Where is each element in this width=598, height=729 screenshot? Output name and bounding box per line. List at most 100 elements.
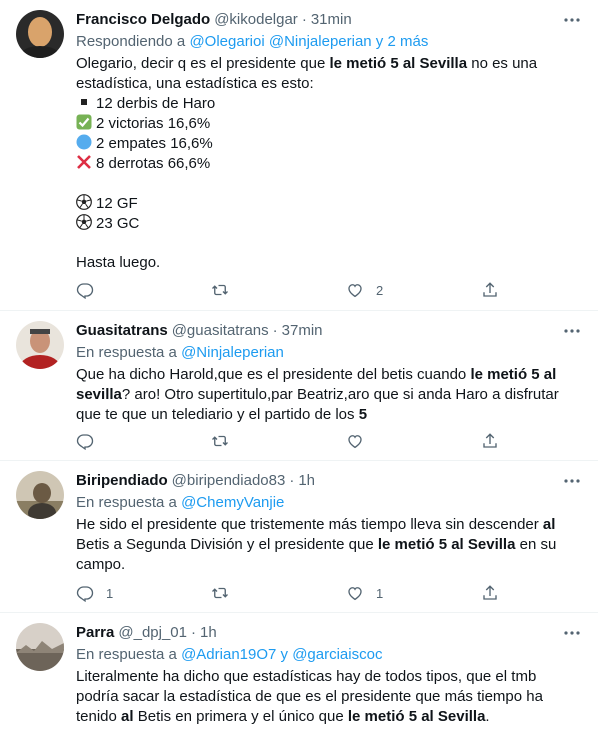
goal-text: 23 GC bbox=[96, 214, 140, 232]
author-name[interactable]: Parra bbox=[76, 623, 114, 643]
tweet-actions bbox=[76, 425, 499, 457]
more-options-icon[interactable] bbox=[562, 623, 582, 643]
retweet-button[interactable] bbox=[211, 281, 346, 299]
retweet-icon bbox=[212, 284, 228, 296]
tweet[interactable]: Biripendiado @biripendiado83 · 1h En res… bbox=[0, 461, 598, 613]
heart-icon bbox=[348, 284, 362, 298]
avatar[interactable] bbox=[16, 321, 64, 369]
tweet-text: Que ha dicho Harold,que es el presidente… bbox=[76, 365, 582, 425]
reply-context-label: En respuesta a bbox=[76, 494, 177, 511]
avatar[interactable] bbox=[16, 10, 64, 58]
stat-line: 8 derrotas 66,6% bbox=[76, 154, 582, 174]
reply-context: En respuesta a @ChemyVanjie bbox=[76, 493, 582, 513]
tweet[interactable]: Francisco Delgado @kikodelgar · 31min Re… bbox=[0, 0, 598, 311]
timestamp[interactable]: 31min bbox=[311, 10, 352, 30]
share-icon bbox=[483, 585, 497, 600]
reply-mentions-link[interactable]: @Olegarioi @Ninjaleperian y 2 más bbox=[189, 33, 428, 50]
author-name[interactable]: Francisco Delgado bbox=[76, 10, 210, 30]
tweet-text-intro: Olegario, decir q es el presidente que bbox=[76, 55, 330, 72]
like-button[interactable] bbox=[346, 432, 481, 450]
reply-mentions-link[interactable]: @Ninjaleperian bbox=[181, 344, 284, 361]
reply-button[interactable]: 1 bbox=[76, 584, 211, 602]
like-button[interactable]: 1 bbox=[346, 584, 481, 602]
tweet-text-part: Betis a Segunda División y el presidente… bbox=[76, 536, 378, 553]
square-bullet-icon bbox=[81, 99, 87, 105]
reply-context: En respuesta a @Ninjaleperian bbox=[76, 343, 582, 363]
goal-text: 12 GF bbox=[96, 194, 138, 212]
tweet-text-highlight: al bbox=[542, 516, 556, 533]
share-button[interactable] bbox=[481, 584, 499, 602]
tweet-text: Olegario, decir q es el presidente que l… bbox=[76, 54, 582, 273]
like-count: 1 bbox=[376, 585, 384, 601]
author-name[interactable]: Biripendiado bbox=[76, 471, 168, 491]
reply-button[interactable] bbox=[76, 281, 211, 299]
tweet-actions: 2 bbox=[76, 274, 499, 306]
soccer-ball-icon bbox=[76, 213, 92, 230]
timestamp[interactable]: 1h bbox=[200, 623, 217, 643]
reply-mentions-link[interactable]: @Adrian19O7 y @garciaiscoc bbox=[181, 646, 382, 663]
more-options-icon[interactable] bbox=[562, 471, 582, 491]
stat-line: 2 victorias 16,6% bbox=[76, 114, 582, 134]
reply-context-label: En respuesta a bbox=[76, 646, 177, 663]
reply-mentions-link[interactable]: @ChemyVanjie bbox=[181, 494, 284, 511]
author-handle[interactable]: @biripendiado83 bbox=[172, 471, 286, 491]
retweet-button[interactable] bbox=[211, 584, 346, 602]
retweet-button[interactable] bbox=[211, 432, 346, 450]
timestamp[interactable]: 1h bbox=[298, 471, 315, 491]
cross-mark-icon bbox=[77, 155, 91, 169]
tweet-text-highlight: al bbox=[121, 708, 134, 725]
reply-context-label: En respuesta a bbox=[76, 344, 177, 361]
reply-button[interactable] bbox=[76, 432, 211, 450]
reply-context: Respondiendo a @Olegarioi @Ninjaleperian… bbox=[76, 32, 582, 52]
stat-line: 2 empates 16,6% bbox=[76, 134, 582, 154]
tweet[interactable]: Parra @_dpj_01 · 1h En respuesta a @Adri… bbox=[0, 613, 598, 729]
stat-text: 2 victorias 16,6% bbox=[96, 115, 211, 132]
reply-count: 1 bbox=[106, 585, 114, 601]
more-options-icon[interactable] bbox=[562, 10, 582, 30]
tweet-text-part: ? aro! Otro supertitulo,par Beatriz,aro … bbox=[76, 386, 559, 423]
tweet-text-part: . bbox=[485, 708, 490, 725]
like-count: 2 bbox=[376, 282, 384, 298]
tweet-text-highlight: 5 bbox=[358, 406, 368, 423]
separator-dot: · bbox=[191, 624, 196, 641]
author-name[interactable]: Guasitatrans bbox=[76, 321, 168, 341]
reply-icon bbox=[76, 586, 94, 602]
retweet-icon bbox=[212, 435, 228, 447]
stat-line: 12 derbis de Haro bbox=[76, 94, 582, 114]
more-options-icon[interactable] bbox=[562, 321, 582, 341]
tweet-text-highlight: le metió 5 al Sevilla bbox=[329, 55, 468, 72]
author-handle[interactable]: @_dpj_01 bbox=[118, 623, 187, 643]
separator-dot: · bbox=[301, 11, 307, 28]
reply-context: En respuesta a @Adrian19O7 y @garciaisco… bbox=[76, 645, 582, 665]
sign-off-text: Hasta luego. bbox=[76, 254, 161, 271]
tweet-text: He sido el presidente que tristemente má… bbox=[76, 515, 582, 575]
stat-text: 2 empates 16,6% bbox=[96, 135, 213, 152]
author-handle[interactable]: @guasitatrans bbox=[172, 321, 269, 341]
retweet-icon bbox=[212, 587, 228, 599]
heart-icon bbox=[348, 435, 362, 449]
like-button[interactable]: 2 bbox=[346, 281, 481, 299]
avatar[interactable] bbox=[16, 471, 64, 519]
share-icon bbox=[483, 282, 497, 297]
tweet[interactable]: Guasitatrans @guasitatrans · 37min En re… bbox=[0, 311, 598, 461]
timestamp[interactable]: 37min bbox=[282, 321, 323, 341]
stat-text: 8 derrotas 66,6% bbox=[96, 155, 211, 172]
share-button[interactable] bbox=[481, 432, 499, 450]
author-handle[interactable]: @kikodelgar bbox=[214, 10, 298, 30]
avatar[interactable] bbox=[16, 623, 64, 671]
tweet-text-part: Que ha dicho Harold,que es el presidente… bbox=[76, 366, 471, 383]
goal-line: 12 GF bbox=[76, 193, 582, 214]
tweet-actions: 1 1 bbox=[76, 577, 499, 609]
check-mark-icon bbox=[76, 114, 92, 130]
share-icon bbox=[483, 433, 497, 448]
share-button[interactable] bbox=[481, 281, 499, 299]
separator-dot: · bbox=[289, 472, 295, 489]
heart-icon bbox=[348, 587, 362, 601]
goal-line: 23 GC bbox=[76, 213, 582, 234]
tweet-text-highlight: le metió 5 al Sevilla bbox=[377, 536, 516, 553]
reply-context-label: Respondiendo a bbox=[76, 33, 186, 50]
stat-text: 12 derbis de Haro bbox=[96, 95, 216, 112]
blue-circle-icon bbox=[76, 134, 92, 150]
